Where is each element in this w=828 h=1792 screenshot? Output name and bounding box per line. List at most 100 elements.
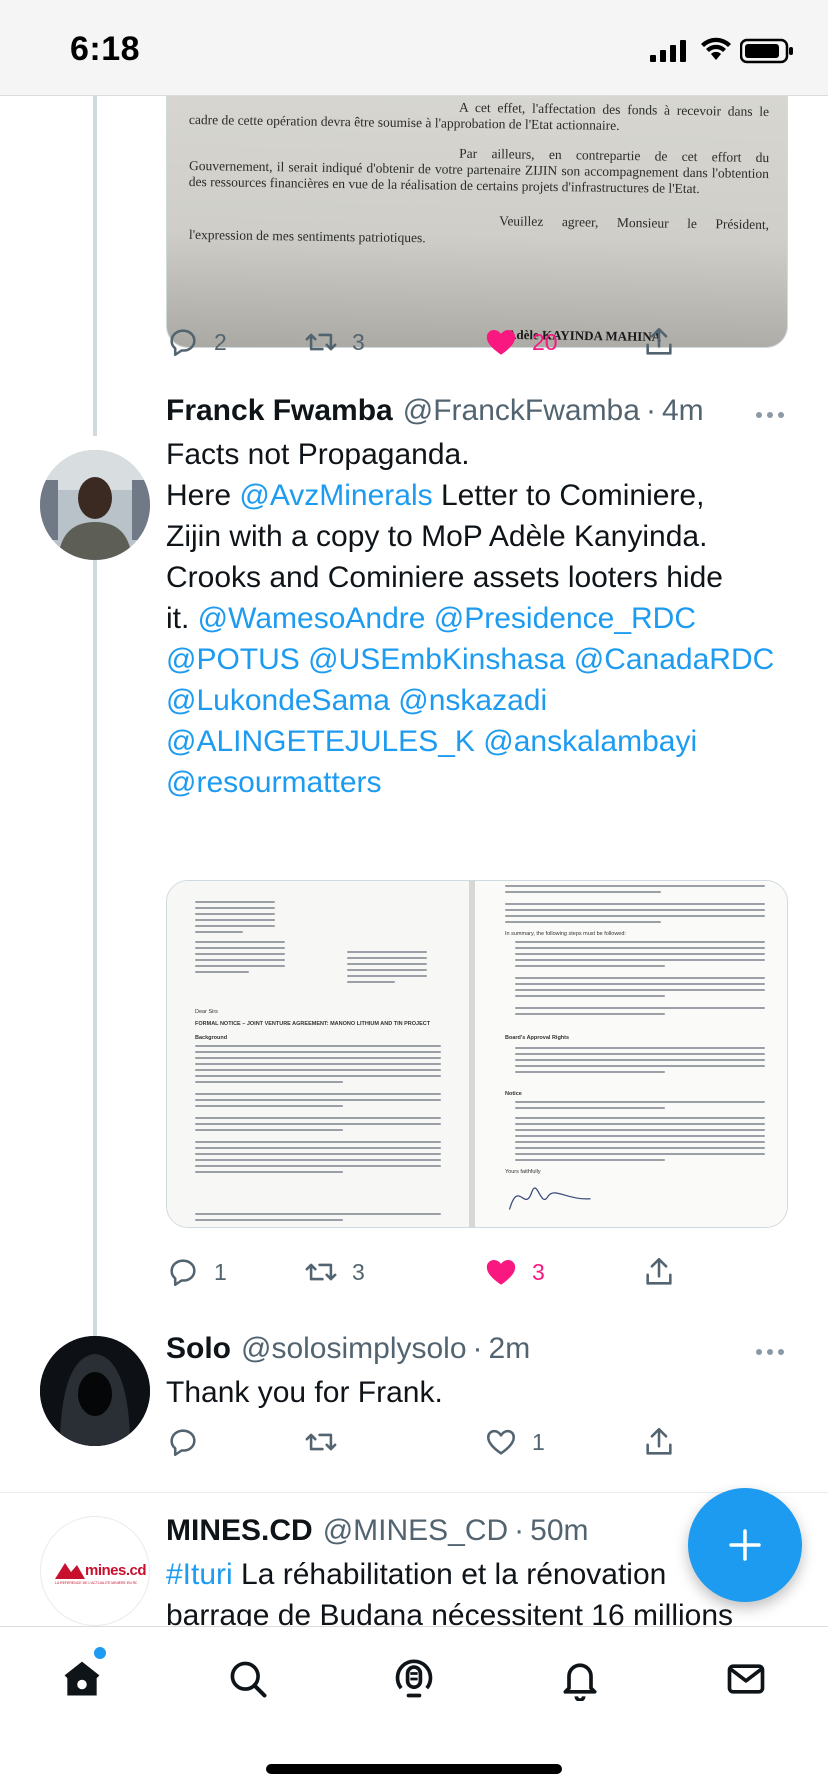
document-text-line [195, 1123, 441, 1125]
document-text-line [515, 1123, 765, 1125]
status-time: 6:18 [70, 30, 141, 68]
retweet-button[interactable]: 3 [304, 1250, 365, 1294]
document-text-line [505, 909, 765, 911]
user-handle[interactable]: @solosimplysolo [241, 1332, 467, 1366]
like-button[interactable]: 20 [484, 320, 558, 364]
retweet-icon [305, 1433, 337, 1451]
document-text-line [195, 965, 285, 967]
mention-link[interactable]: @Presidence_RDC [434, 602, 696, 635]
document-text-line [347, 957, 427, 959]
share-button[interactable] [642, 1250, 676, 1294]
bell-icon [563, 1663, 597, 1701]
document-text-line [515, 995, 665, 997]
compose-tweet-button[interactable] [688, 1488, 802, 1602]
document-text-line [515, 1013, 665, 1015]
avatar[interactable] [40, 450, 150, 560]
mention-link[interactable]: @resourmatters [166, 766, 382, 799]
home-notification-dot [94, 1647, 106, 1659]
tweet-photo[interactable]: A cet effet, l'affectation des fonds à r… [166, 96, 788, 348]
mention-link[interactable]: @anskalambayi [483, 725, 697, 758]
reply-button[interactable]: 2 [166, 320, 227, 364]
mention-link[interactable]: @POTUS [166, 643, 300, 676]
home-icon [64, 1661, 100, 1696]
tweet-actions: 2 3 20 [166, 320, 726, 364]
envelope-icon [727, 1664, 765, 1694]
tweet-actions: 1 [166, 1420, 726, 1464]
heart-outline-icon [486, 1429, 516, 1455]
spaces-microphone-icon [395, 1659, 433, 1698]
document-text-line [195, 1081, 343, 1083]
tweet-text-fragment: Letter to Cominiere, [432, 479, 705, 512]
reply-icon [170, 1429, 196, 1457]
document-text-line [195, 1099, 441, 1101]
document-text-line [515, 965, 665, 967]
retweet-button[interactable]: 3 [304, 320, 365, 364]
document-text-line [347, 981, 395, 983]
document-text-line [515, 1141, 765, 1143]
hashtag-link[interactable]: #Ituri [166, 1558, 233, 1591]
document-text-line [515, 959, 765, 961]
display-name[interactable]: Franck Fwamba [166, 394, 393, 428]
user-handle[interactable]: @MINES_CD [323, 1514, 508, 1548]
share-button[interactable] [642, 1420, 676, 1464]
document-text-line [195, 925, 275, 927]
mention-link[interactable]: @WamesoAndre [198, 602, 426, 635]
status-bar: 6:18 [0, 0, 828, 96]
document-text-line [195, 1063, 441, 1065]
mention-link[interactable]: @LukondeSama [166, 684, 390, 717]
avatar-logo-text: mines.cd [85, 1562, 147, 1579]
tab-spaces[interactable] [384, 1649, 444, 1709]
display-name[interactable]: MINES.CD [166, 1514, 313, 1548]
avatar[interactable]: mines.cd LA RÉFÉRENCE DE L'ACTUALITÉ MIN… [40, 1516, 150, 1626]
user-handle[interactable]: @FranckFwamba [403, 394, 640, 428]
mention-link[interactable]: @AvzMinerals [239, 479, 432, 512]
like-button[interactable]: 3 [484, 1250, 545, 1294]
document-text-line [515, 977, 765, 979]
document-text-line [195, 953, 285, 955]
reply-icon [170, 1259, 196, 1287]
reply-button[interactable] [166, 1420, 200, 1464]
share-button[interactable] [642, 320, 676, 364]
retweet-icon [305, 333, 337, 351]
more-options-icon[interactable] [755, 410, 785, 420]
mention-link[interactable]: @nskazadi [398, 684, 547, 717]
mention-link[interactable]: @ALINGETEJULES_K [166, 725, 475, 758]
like-button[interactable]: 1 [484, 1420, 545, 1464]
mention-link[interactable]: @CanadaRDC [574, 643, 775, 676]
avatar[interactable] [40, 1336, 150, 1446]
plus-icon [729, 1529, 761, 1561]
tab-notifications[interactable] [550, 1649, 610, 1709]
document-text-line [195, 1045, 441, 1047]
retweet-button[interactable] [304, 1420, 338, 1464]
search-icon [230, 1661, 267, 1698]
tweet-text: Facts not Propaganda. Here @AvzMinerals … [166, 434, 796, 803]
letter-paragraph: Par ailleurs, en contrepartie de cet eff… [188, 145, 770, 197]
document-text-line [195, 1129, 343, 1131]
document-text-line [195, 1147, 441, 1149]
tweet-line: Facts not Propaganda. [166, 438, 470, 471]
like-count: 1 [532, 1428, 545, 1455]
document-text-line [515, 941, 765, 943]
document-text-line [195, 1171, 343, 1173]
tweet-header: Solo @solosimplysolo · 2m [166, 1332, 530, 1372]
tab-search[interactable] [218, 1649, 278, 1709]
tweet-time: 4m [661, 394, 704, 427]
document-text-line [515, 1107, 665, 1109]
reply-button[interactable]: 1 [166, 1250, 227, 1294]
tweet-text: Thank you for Frank. [166, 1376, 443, 1409]
document-text-line [195, 1093, 441, 1095]
document-text-line [515, 947, 765, 949]
tweet-divider [0, 1492, 828, 1493]
tweet-line: Crooks and Cominiere assets looters hide [166, 561, 723, 594]
timeline-feed[interactable]: A cet effet, l'affectation des fonds à r… [0, 96, 828, 1626]
tab-messages[interactable] [716, 1649, 776, 1709]
document-text-line [515, 1101, 765, 1103]
more-options-icon[interactable] [755, 1347, 785, 1357]
mention-link[interactable]: @USEmbKinshasa [308, 643, 565, 676]
like-count: 20 [532, 328, 558, 355]
display-name[interactable]: Solo [166, 1332, 231, 1366]
document-text-line [505, 921, 661, 923]
home-indicator[interactable] [266, 1764, 562, 1774]
tweet-photo[interactable]: FORMAL NOTICE – JOINT VENTURE AGREEMENT:… [166, 880, 788, 1228]
tweet-text-fragment: it. [166, 602, 198, 635]
